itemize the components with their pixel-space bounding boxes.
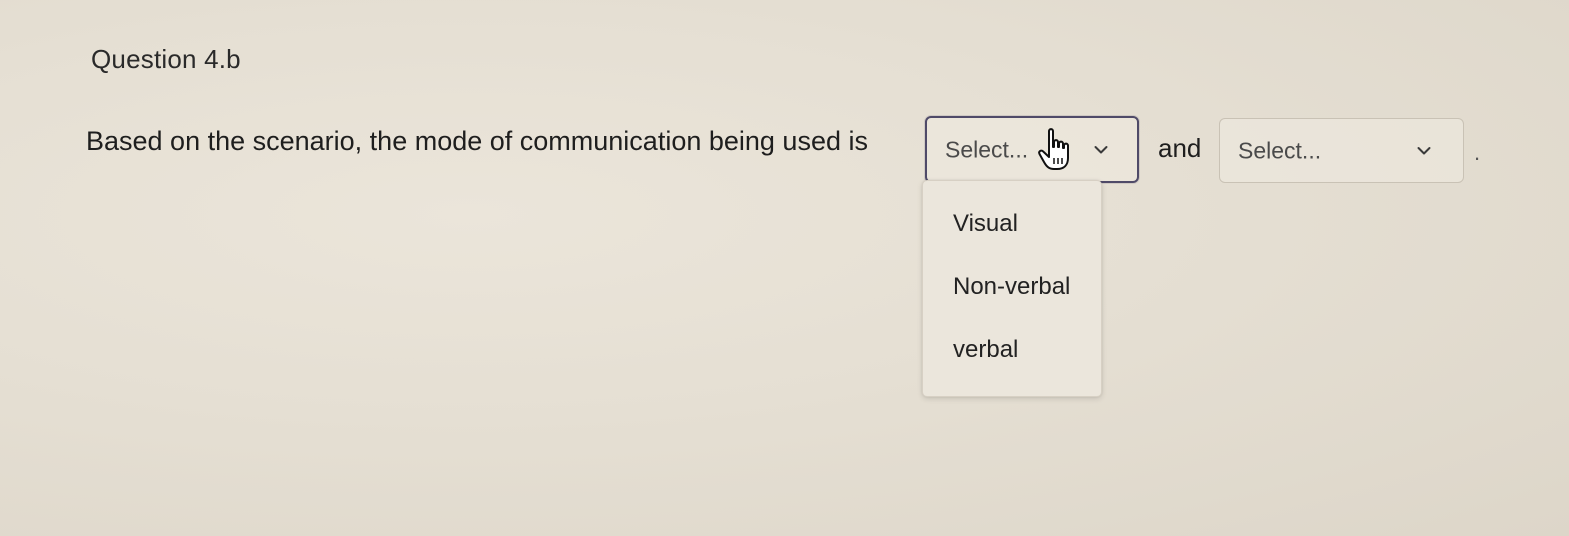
chevron-down-icon [1417, 146, 1431, 154]
question-prompt: Based on the scenario, the mode of commu… [86, 126, 868, 156]
option-visual[interactable]: Visual [923, 194, 1101, 254]
option-non-verbal[interactable]: Non-verbal [923, 257, 1101, 317]
mode-dropdown-1[interactable]: Select... [925, 116, 1139, 183]
dropdown-1-value: Select... [945, 136, 1029, 162]
dropdown-1-menu: Visual Non-verbal verbal [922, 180, 1102, 397]
end-punctuation: . [1474, 140, 1481, 165]
option-verbal[interactable]: verbal [923, 320, 1101, 380]
mode-dropdown-2[interactable]: Select... [1219, 118, 1464, 183]
dropdown-2-value: Select... [1238, 137, 1322, 163]
connector-text: and [1158, 133, 1202, 163]
hand-pointer-icon [1038, 128, 1069, 170]
question-title: Question 4.b [91, 44, 241, 74]
chevron-down-icon [1094, 145, 1108, 153]
